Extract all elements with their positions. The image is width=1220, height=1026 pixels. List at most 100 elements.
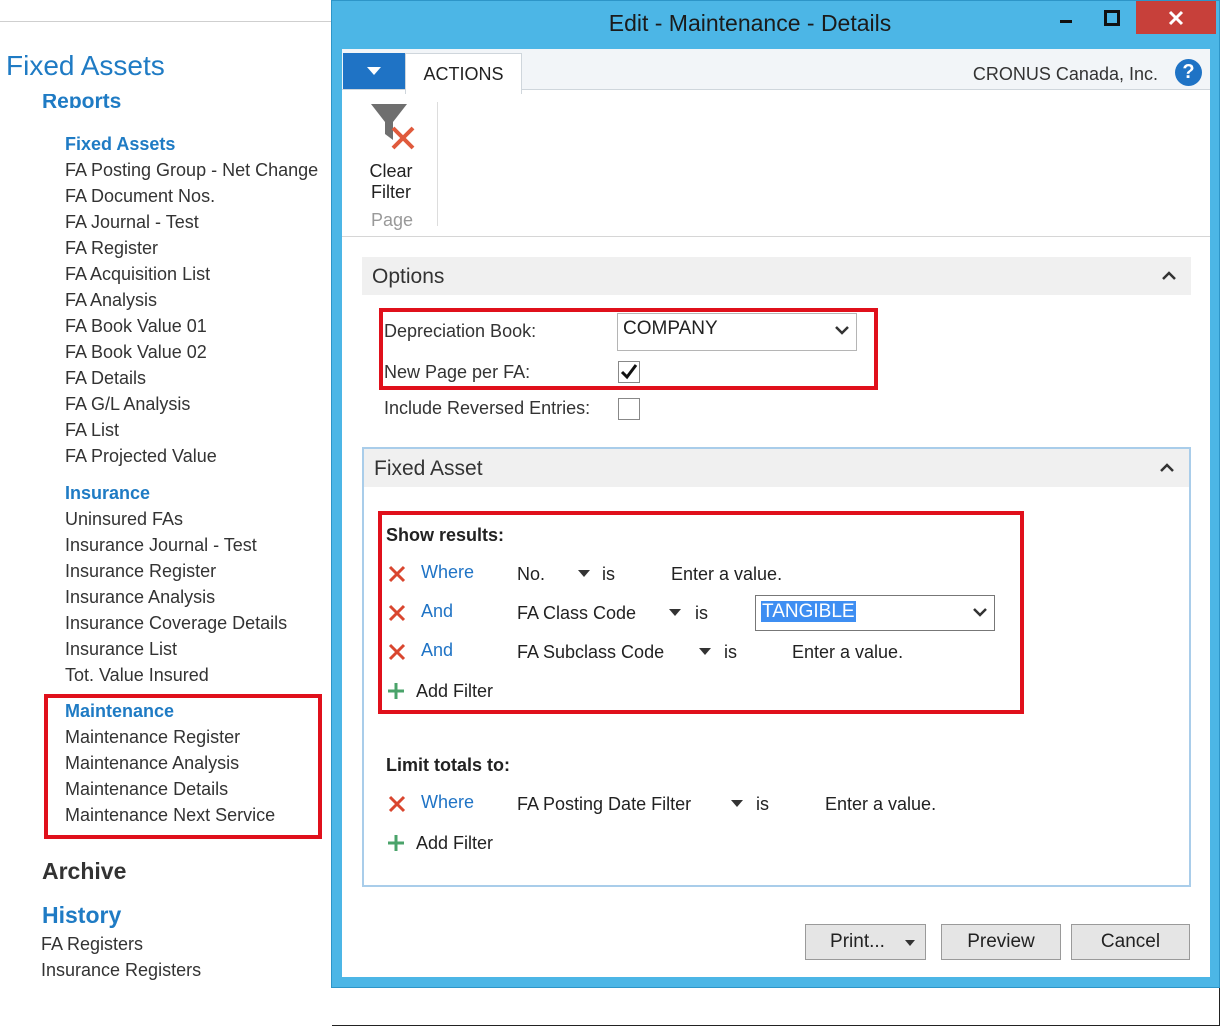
nav-item-maintenance-next-service[interactable]: Maintenance Next Service	[65, 804, 275, 826]
nav-item[interactable]: FA List	[65, 419, 119, 441]
nav-group-insurance[interactable]: Insurance	[65, 482, 150, 504]
navigation-pane: Fixed Assets Reports Fixed Assets FA Pos…	[0, 0, 332, 1026]
tab-actions[interactable]: ACTIONS	[405, 53, 522, 94]
chevron-down-icon	[367, 66, 381, 75]
nav-group-fixed-assets[interactable]: Fixed Assets	[65, 133, 175, 155]
divider	[437, 102, 438, 226]
filter-conjunction[interactable]: Where	[421, 562, 474, 583]
caret-down-icon[interactable]	[731, 800, 743, 807]
nav-item-fa-registers[interactable]: FA Registers	[41, 934, 143, 955]
filter-conjunction[interactable]: Where	[421, 792, 474, 813]
maximize-button[interactable]	[1090, 1, 1134, 34]
ribbon: Clear Filter Page	[342, 90, 1210, 237]
depreciation-book-select[interactable]: COMPANY	[617, 313, 857, 351]
caret-down-icon[interactable]	[669, 609, 681, 616]
nav-item-maintenance-details[interactable]: Maintenance Details	[65, 778, 228, 800]
chevron-down-icon	[973, 608, 987, 617]
nav-item-insurance-registers[interactable]: Insurance Registers	[41, 960, 201, 981]
cancel-button[interactable]: Cancel	[1071, 924, 1190, 960]
nav-item[interactable]: FA Register	[65, 237, 158, 259]
print-button-label: Print...	[830, 931, 885, 952]
filter-value-input[interactable]: Enter a value.	[792, 642, 903, 663]
nav-item[interactable]: FA G/L Analysis	[65, 393, 190, 415]
remove-filter-icon[interactable]	[387, 642, 407, 662]
close-icon	[1168, 10, 1184, 25]
remove-filter-icon[interactable]	[387, 564, 407, 584]
include-reversed-entries-label: Include Reversed Entries:	[384, 398, 591, 418]
preview-button[interactable]: Preview	[941, 924, 1061, 960]
history-heading: History	[42, 902, 122, 928]
page-title: Fixed Assets	[6, 50, 165, 81]
depreciation-book-value: COMPANY	[623, 318, 718, 339]
fixed-asset-fasttab-header[interactable]: Fixed Asset	[364, 449, 1189, 487]
chevron-down-icon	[835, 326, 849, 335]
divider	[0, 21, 332, 22]
selected-text: TANGIBLE	[761, 601, 856, 622]
nav-item[interactable]: FA Analysis	[65, 289, 157, 311]
nav-item[interactable]: Insurance List	[65, 638, 177, 660]
filter-value-input[interactable]: Enter a value.	[825, 794, 936, 815]
nav-item[interactable]: Insurance Register	[65, 560, 216, 582]
nav-item[interactable]: FA Acquisition List	[65, 263, 210, 285]
nav-item[interactable]: Uninsured FAs	[65, 508, 183, 530]
help-icon[interactable]: ?	[1175, 59, 1202, 86]
nav-item[interactable]: FA Document Nos.	[65, 185, 215, 207]
filter-field[interactable]: FA Class Code	[517, 603, 636, 624]
caret-down-icon[interactable]	[578, 570, 590, 577]
minimize-icon	[1060, 19, 1072, 23]
caret-down-icon[interactable]	[699, 648, 711, 655]
new-page-per-fa-checkbox[interactable]	[618, 361, 640, 383]
clear-filter-label-line1: Clear	[369, 161, 413, 181]
options-fasttab-header[interactable]: Options	[362, 257, 1191, 295]
remove-filter-icon[interactable]	[387, 794, 407, 814]
nav-item[interactable]: Insurance Coverage Details	[65, 612, 287, 634]
remove-filter-icon[interactable]	[387, 603, 407, 623]
filter-field[interactable]: No.	[517, 564, 545, 585]
fixed-asset-fasttab	[362, 447, 1191, 887]
filter-operator: is	[756, 794, 769, 814]
nav-item[interactable]: FA Book Value 01	[65, 315, 207, 337]
add-filter-button[interactable]: Add Filter	[416, 681, 493, 702]
new-page-per-fa-label: New Page per FA:	[384, 362, 531, 382]
maximize-icon	[1104, 9, 1120, 26]
fa-class-code-select[interactable]: TANGIBLE	[755, 595, 995, 631]
filter-operator: is	[724, 642, 737, 662]
include-reversed-entries-checkbox[interactable]	[618, 398, 640, 420]
nav-item-maintenance-register[interactable]: Maintenance Register	[65, 726, 240, 748]
close-button[interactable]	[1136, 1, 1216, 34]
nav-item[interactable]: FA Projected Value	[65, 445, 217, 467]
filter-value-input[interactable]: Enter a value.	[671, 564, 782, 585]
filter-conjunction[interactable]: And	[421, 601, 453, 622]
reports-heading-text: Reports	[42, 94, 122, 108]
caret-down-icon[interactable]	[905, 940, 915, 946]
clear-filter-label-line2: Filter	[371, 182, 411, 202]
plus-icon[interactable]	[387, 834, 405, 852]
fa-class-code-value: TANGIBLE	[761, 601, 856, 623]
chevron-up-icon[interactable]	[1161, 268, 1177, 284]
filter-field[interactable]: FA Posting Date Filter	[517, 794, 691, 815]
nav-item[interactable]: FA Details	[65, 367, 146, 389]
app-menu-button[interactable]	[343, 53, 405, 89]
nav-group-maintenance[interactable]: Maintenance	[65, 700, 174, 722]
minimize-button[interactable]	[1044, 1, 1088, 34]
chevron-up-icon[interactable]	[1159, 460, 1175, 476]
nav-item[interactable]: FA Posting Group - Net Change	[65, 159, 318, 181]
clear-filter-button[interactable]: Clear Filter	[356, 102, 426, 207]
nav-item[interactable]: FA Journal - Test	[65, 211, 199, 233]
filter-field[interactable]: FA Subclass Code	[517, 642, 664, 663]
dialog-title: Edit - Maintenance - Details	[608, 10, 892, 36]
nav-item[interactable]: Insurance Analysis	[65, 586, 215, 608]
filter-conjunction[interactable]: And	[421, 640, 453, 661]
nav-item[interactable]: FA Book Value 02	[65, 341, 207, 363]
nav-item[interactable]: Insurance Journal - Test	[65, 534, 257, 556]
print-button[interactable]: Print...	[805, 924, 926, 960]
nav-item-maintenance-analysis[interactable]: Maintenance Analysis	[65, 752, 239, 774]
limit-totals-label: Limit totals to:	[386, 755, 510, 775]
depreciation-book-label: Depreciation Book:	[384, 321, 537, 341]
dialog-window: Edit - Maintenance - Details ACTIONS CRO…	[331, 0, 1220, 988]
show-results-label: Show results:	[386, 525, 505, 545]
nav-item[interactable]: Tot. Value Insured	[65, 664, 209, 686]
plus-icon[interactable]	[387, 682, 405, 700]
add-limit-filter-button[interactable]: Add Filter	[416, 833, 493, 854]
ribbon-group-label: Page	[371, 210, 414, 230]
